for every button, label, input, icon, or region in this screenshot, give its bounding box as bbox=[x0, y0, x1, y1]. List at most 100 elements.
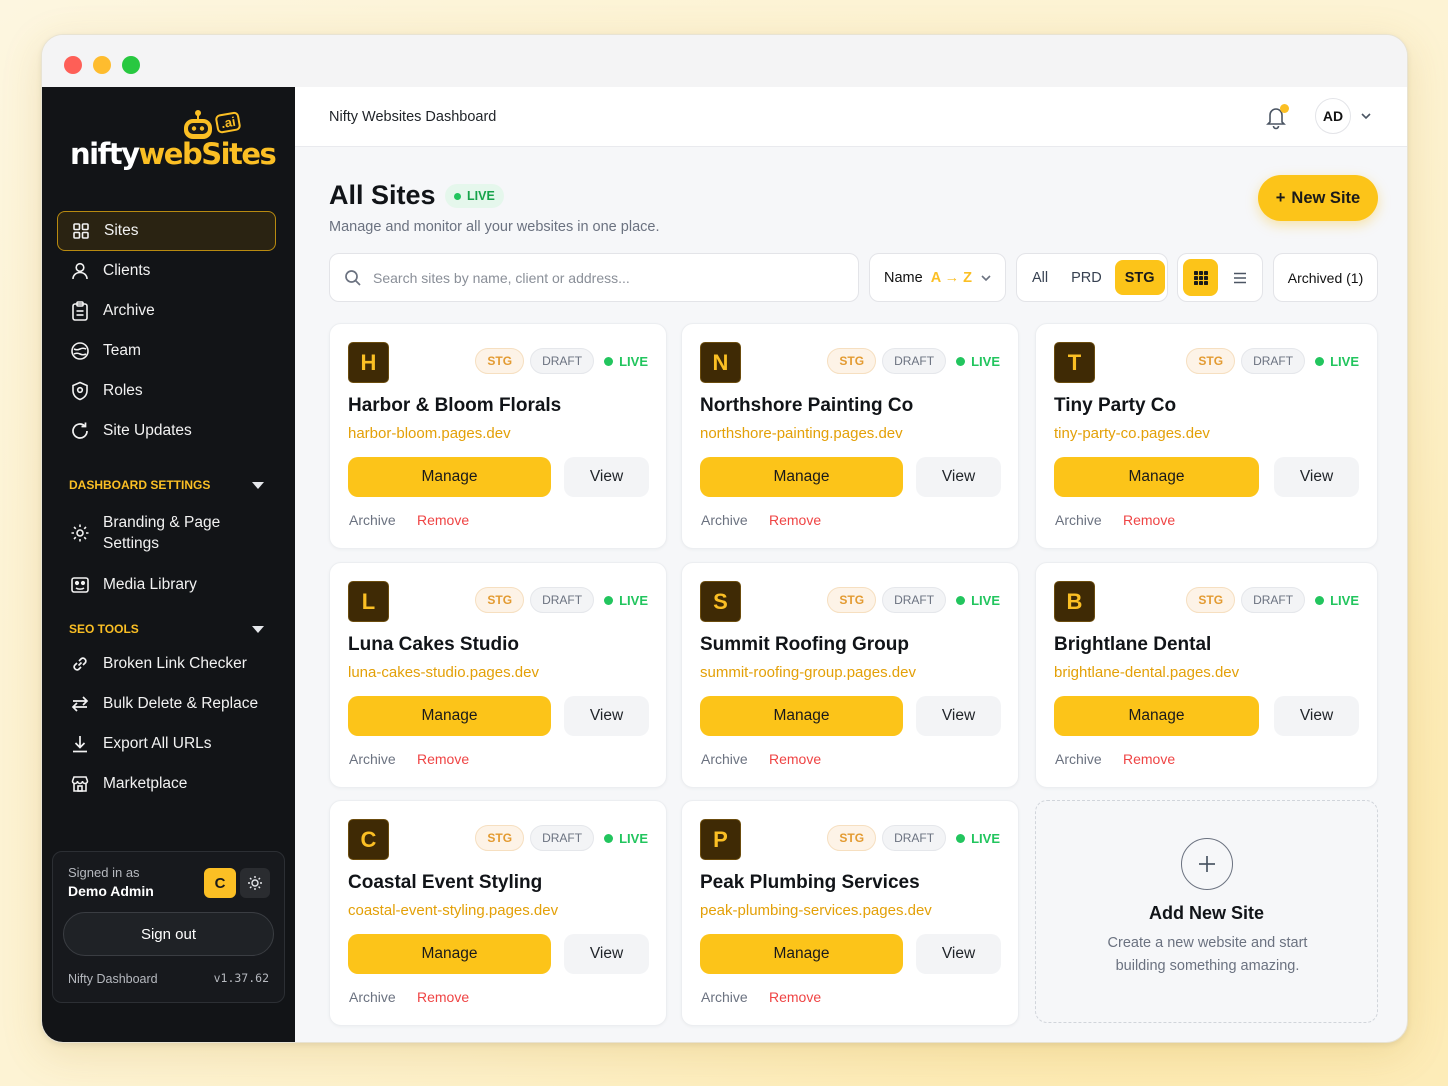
sign-out-button[interactable]: Sign out bbox=[63, 912, 274, 956]
seo-tools-header[interactable]: SEO TOOLS bbox=[69, 622, 264, 636]
grid-view-button[interactable] bbox=[1183, 259, 1218, 296]
sidebar-item-label: Clients bbox=[103, 262, 151, 279]
site-card: H STG DRAFT LIVE Harbor & Bloom Florals ha… bbox=[329, 323, 667, 549]
view-button[interactable]: View bbox=[916, 696, 1001, 736]
remove-link[interactable]: Remove bbox=[1123, 512, 1175, 528]
manage-button[interactable]: Manage bbox=[700, 457, 903, 497]
archive-link[interactable]: Archive bbox=[349, 512, 396, 528]
view-button[interactable]: View bbox=[1274, 696, 1359, 736]
live-dot bbox=[604, 833, 614, 843]
sidebar-item-marketplace[interactable]: Marketplace bbox=[57, 764, 276, 804]
env-option-all[interactable]: All bbox=[1022, 260, 1058, 295]
view-button[interactable]: View bbox=[1274, 457, 1359, 497]
site-initial: H bbox=[348, 342, 389, 383]
live-badge: LIVE bbox=[952, 825, 1000, 851]
archive-link[interactable]: Archive bbox=[1055, 751, 1102, 767]
sidebar-item-bulk-delete-replace[interactable]: Bulk Delete & Replace bbox=[57, 684, 276, 724]
site-url-link[interactable]: peak-plumbing-services.pages.dev bbox=[700, 902, 932, 919]
avatar[interactable]: AD bbox=[1315, 98, 1351, 134]
sidebar-item-roles[interactable]: Roles bbox=[57, 371, 276, 411]
remove-link[interactable]: Remove bbox=[417, 512, 469, 528]
sidebar-item-archive[interactable]: Archive bbox=[57, 291, 276, 331]
site-initial: N bbox=[700, 342, 741, 383]
search-box bbox=[329, 253, 859, 302]
sidebar-item-export-urls[interactable]: Export All URLs bbox=[57, 724, 276, 764]
draft-badge: DRAFT bbox=[530, 587, 595, 613]
sidebar-item-media-library[interactable]: Media Library bbox=[57, 565, 276, 605]
view-button[interactable]: View bbox=[916, 934, 1001, 974]
view-button[interactable]: View bbox=[564, 934, 649, 974]
site-url-link[interactable]: northshore-painting.pages.dev bbox=[700, 425, 903, 442]
remove-link[interactable]: Remove bbox=[769, 512, 821, 528]
manage-button[interactable]: Manage bbox=[348, 696, 551, 736]
top-bar: Nifty Websites Dashboard AD bbox=[295, 87, 1407, 147]
manage-button[interactable]: Manage bbox=[1054, 457, 1259, 497]
site-url-link[interactable]: summit-roofing-group.pages.dev bbox=[700, 664, 916, 681]
manage-button[interactable]: Manage bbox=[700, 696, 903, 736]
live-badge: LIVE bbox=[1311, 348, 1359, 374]
theme-toggle-button[interactable] bbox=[240, 868, 270, 898]
dashboard-settings-header[interactable]: DASHBOARD SETTINGS bbox=[69, 478, 264, 492]
new-site-button[interactable]: + New Site bbox=[1258, 175, 1378, 221]
user-badge[interactable]: C bbox=[204, 868, 236, 898]
chevron-down-icon[interactable] bbox=[1359, 109, 1373, 123]
site-url-link[interactable]: luna-cakes-studio.pages.dev bbox=[348, 664, 539, 681]
site-card: L STG DRAFT LIVE Luna Cakes Studio luna-ca… bbox=[329, 562, 667, 788]
sidebar-item-broken-link-checker[interactable]: Broken Link Checker bbox=[57, 644, 276, 684]
brand-logo[interactable]: .ai niftywebSites bbox=[70, 110, 277, 179]
sidebar-item-site-updates[interactable]: Site Updates bbox=[57, 411, 276, 451]
archive-link[interactable]: Archive bbox=[1055, 512, 1102, 528]
list-view-button[interactable] bbox=[1222, 259, 1257, 296]
add-new-site-card[interactable]: Add New Site Create a new website and st… bbox=[1035, 800, 1378, 1023]
sidebar-item-label: Export All URLs bbox=[103, 735, 212, 752]
site-url-link[interactable]: brightlane-dental.pages.dev bbox=[1054, 664, 1239, 681]
stg-badge: STG bbox=[475, 587, 525, 613]
notifications-button[interactable] bbox=[1263, 104, 1291, 132]
view-button[interactable]: View bbox=[916, 457, 1001, 497]
sidebar-item-label: Marketplace bbox=[103, 775, 188, 792]
team-icon bbox=[69, 340, 91, 362]
section-header-label: SEO TOOLS bbox=[69, 622, 139, 636]
shield-icon bbox=[69, 380, 91, 402]
archive-link[interactable]: Archive bbox=[701, 751, 748, 767]
store-icon bbox=[69, 773, 91, 795]
archive-link[interactable]: Archive bbox=[701, 989, 748, 1005]
site-url-link[interactable]: coastal-event-styling.pages.dev bbox=[348, 902, 558, 919]
site-url-link[interactable]: tiny-party-co.pages.dev bbox=[1054, 425, 1210, 442]
site-initial: P bbox=[700, 819, 741, 860]
remove-link[interactable]: Remove bbox=[1123, 751, 1175, 767]
draft-badge: DRAFT bbox=[530, 348, 595, 374]
archive-link[interactable]: Archive bbox=[349, 751, 396, 767]
manage-button[interactable]: Manage bbox=[1054, 696, 1259, 736]
view-button[interactable]: View bbox=[564, 696, 649, 736]
sidebar-item-branding[interactable]: Branding & Page Settings bbox=[57, 505, 276, 561]
manage-button[interactable]: Manage bbox=[348, 934, 551, 974]
manage-button[interactable]: Manage bbox=[348, 457, 551, 497]
env-option-stg[interactable]: STG bbox=[1114, 260, 1165, 295]
view-button[interactable]: View bbox=[564, 457, 649, 497]
sidebar-item-sites[interactable]: Sites bbox=[57, 211, 276, 251]
remove-link[interactable]: Remove bbox=[417, 751, 469, 767]
remove-link[interactable]: Remove bbox=[769, 751, 821, 767]
archived-filter-button[interactable]: Archived (1) bbox=[1273, 253, 1378, 302]
remove-link[interactable]: Remove bbox=[417, 989, 469, 1005]
user-icon bbox=[69, 260, 91, 282]
close-window-button[interactable] bbox=[64, 56, 82, 74]
sidebar-item-label: Sites bbox=[104, 222, 139, 239]
sidebar-item-clients[interactable]: Clients bbox=[57, 251, 276, 291]
remove-link[interactable]: Remove bbox=[769, 989, 821, 1005]
clipboard-icon bbox=[69, 300, 91, 322]
maximize-window-button[interactable] bbox=[122, 56, 140, 74]
env-option-prd[interactable]: PRD bbox=[1061, 260, 1112, 295]
site-url-link[interactable]: harbor-bloom.pages.dev bbox=[348, 425, 511, 442]
live-badge: LIVE bbox=[1311, 587, 1359, 613]
sidebar-item-team[interactable]: Team bbox=[57, 331, 276, 371]
sort-dropdown[interactable]: Name A → Z bbox=[869, 253, 1006, 302]
archive-link[interactable]: Archive bbox=[701, 512, 748, 528]
search-input[interactable] bbox=[373, 267, 843, 289]
site-name: Northshore Painting Co bbox=[700, 395, 914, 416]
minimize-window-button[interactable] bbox=[93, 56, 111, 74]
sort-label: Name bbox=[884, 269, 923, 286]
archive-link[interactable]: Archive bbox=[349, 989, 396, 1005]
manage-button[interactable]: Manage bbox=[700, 934, 903, 974]
